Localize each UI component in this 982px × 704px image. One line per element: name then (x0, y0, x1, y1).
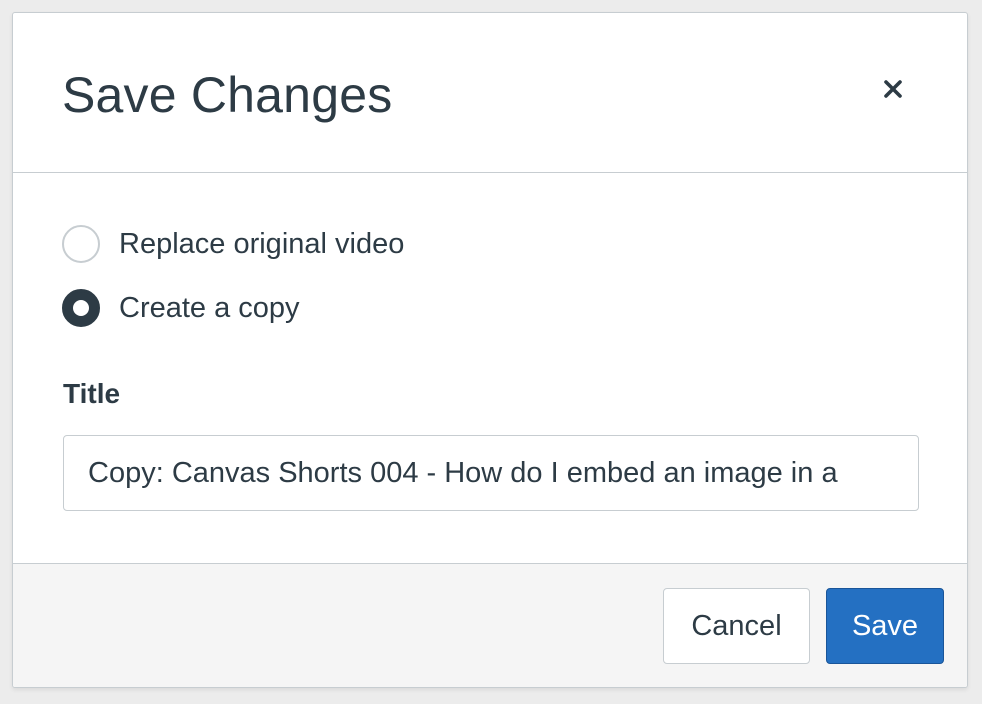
save-changes-dialog: Save Changes Replace original video Crea… (12, 12, 968, 688)
dialog-header: Save Changes (13, 13, 967, 173)
dialog-title: Save Changes (62, 67, 393, 123)
title-field-label: Title (63, 378, 121, 409)
close-icon (875, 71, 911, 107)
radio-option-copy[interactable]: Create a copy (62, 289, 300, 327)
dialog-body: Replace original video Create a copy Tit… (13, 173, 967, 563)
save-button[interactable]: Save (826, 588, 944, 664)
dialog-footer: Cancel Save (13, 563, 967, 687)
radio-label-copy: Create a copy (119, 292, 300, 324)
radio-button-replace[interactable] (62, 225, 100, 263)
cancel-button[interactable]: Cancel (663, 588, 810, 664)
radio-button-copy[interactable] (62, 289, 100, 327)
radio-option-replace[interactable]: Replace original video (62, 225, 404, 263)
page-backdrop: Save Changes Replace original video Crea… (0, 0, 982, 704)
title-input[interactable] (63, 435, 919, 511)
radio-label-replace: Replace original video (119, 228, 405, 260)
close-button[interactable] (875, 71, 911, 107)
